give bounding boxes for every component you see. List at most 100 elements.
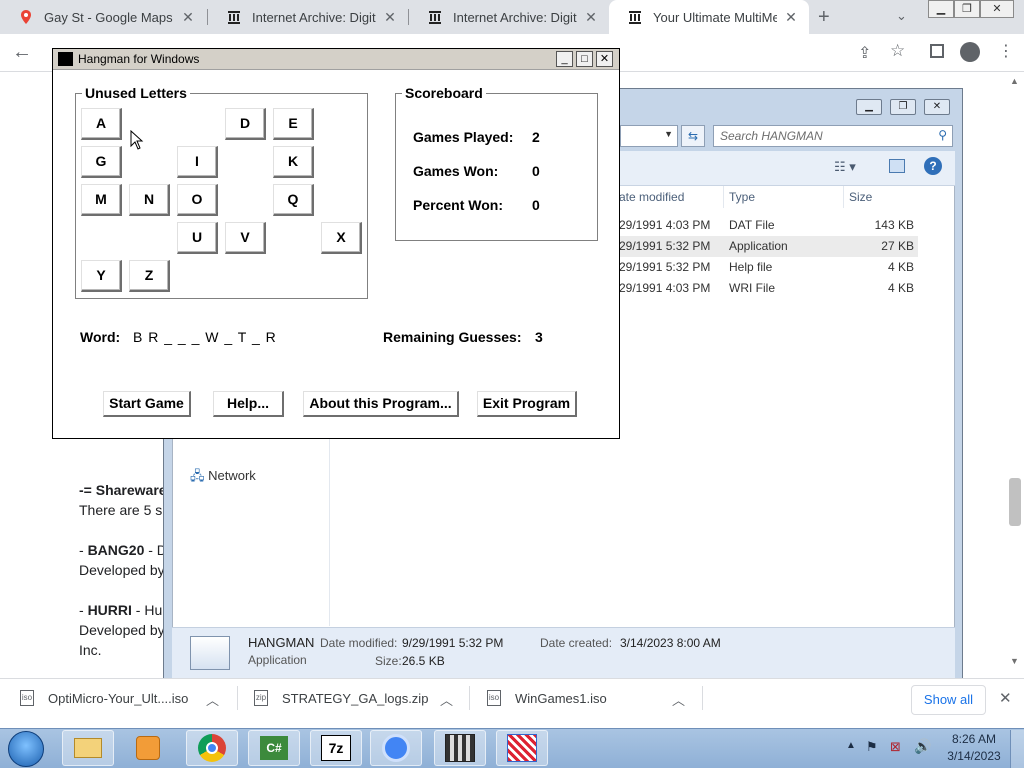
- bookmark-star-icon[interactable]: ☆: [890, 41, 905, 61]
- about-button[interactable]: About this Program...: [303, 391, 459, 417]
- side-panel-icon[interactable]: [930, 44, 944, 58]
- taskbar-film-editor[interactable]: [434, 730, 486, 766]
- tab-ultimate-multimedia[interactable]: Your Ultimate MultiMedia ✕: [609, 0, 809, 34]
- chevron-up-icon[interactable]: ︿: [440, 690, 453, 709]
- letter-button-d[interactable]: D: [225, 108, 266, 140]
- letter-button-y[interactable]: Y: [81, 260, 122, 292]
- show-hidden-icons-icon[interactable]: ▲: [846, 740, 856, 751]
- new-tab-button[interactable]: +: [818, 6, 830, 29]
- taskbar-chrome[interactable]: [186, 730, 238, 766]
- profile-avatar[interactable]: [960, 42, 980, 62]
- column-header-date[interactable]: ate modified: [619, 190, 684, 204]
- help-button[interactable]: Help...: [213, 391, 284, 417]
- archive-icon: [429, 11, 441, 24]
- taskbar-7zip[interactable]: 7z: [310, 730, 362, 766]
- letter-button-n[interactable]: N: [129, 184, 170, 216]
- chevron-up-icon[interactable]: ︿: [672, 690, 685, 709]
- file-row-selected[interactable]: 29/1991 5:32 PM Application 27 KB: [617, 236, 918, 257]
- tab-internet-archive-1[interactable]: Internet Archive: Digital L ✕: [208, 0, 408, 34]
- network-status-icon[interactable]: ⊠: [890, 739, 901, 755]
- share-icon[interactable]: ⇪: [858, 43, 871, 63]
- maximize-button[interactable]: ❐: [954, 0, 980, 18]
- letter-button-z[interactable]: Z: [129, 260, 170, 292]
- download-item[interactable]: iso OptiMicro-Your_Ult....iso: [20, 690, 188, 706]
- explorer-minimize-button[interactable]: ▁: [856, 99, 882, 115]
- help-icon[interactable]: ?: [924, 157, 942, 175]
- application-file-icon: [190, 636, 230, 670]
- menu-kebab-icon[interactable]: ⋮: [998, 41, 1014, 61]
- close-window-button[interactable]: ✕: [980, 0, 1014, 18]
- close-tab-icon[interactable]: ✕: [583, 9, 599, 26]
- hangman-minimize-button[interactable]: _: [556, 51, 573, 67]
- letter-button-g[interactable]: G: [81, 146, 122, 178]
- details-modified-label: Date modified:: [320, 636, 398, 650]
- refresh-icon[interactable]: ⇆: [681, 125, 705, 147]
- view-options-icon[interactable]: ☷ ▾: [834, 159, 856, 175]
- letter-button-i[interactable]: I: [177, 146, 218, 178]
- letter-button-q[interactable]: Q: [273, 184, 314, 216]
- search-icon: ⚲: [938, 128, 947, 142]
- letter-button-o[interactable]: O: [177, 184, 218, 216]
- show-desktop-button[interactable]: [1010, 730, 1024, 768]
- clock-date[interactable]: 3/14/2023: [946, 749, 1002, 763]
- letter-button-e[interactable]: E: [273, 108, 314, 140]
- file-row[interactable]: 29/1991 5:32 PM Help file 4 KB: [617, 257, 918, 278]
- close-tab-icon[interactable]: ✕: [382, 9, 398, 26]
- hangman-close-button[interactable]: ✕: [596, 51, 613, 67]
- hangman-maximize-button[interactable]: □: [576, 51, 593, 67]
- taskbar-media-player[interactable]: [122, 730, 174, 766]
- taskbar-csharp[interactable]: C#: [248, 730, 300, 766]
- scroll-up-icon[interactable]: ▲: [1010, 76, 1019, 86]
- chrome-icon: [198, 734, 226, 762]
- preview-pane-icon[interactable]: [889, 159, 905, 173]
- taskbar-maze-app[interactable]: [496, 730, 548, 766]
- letter-button-x[interactable]: X: [321, 222, 362, 254]
- close-tab-icon[interactable]: ✕: [180, 9, 196, 26]
- back-arrow-icon[interactable]: ←: [12, 41, 32, 64]
- minimize-button[interactable]: ▁: [928, 0, 954, 18]
- chevron-up-icon[interactable]: ︿: [206, 690, 219, 709]
- clock-time[interactable]: 8:26 AM: [946, 732, 1002, 746]
- letter-button-a[interactable]: A: [81, 108, 122, 140]
- details-pane: HANGMAN Application Date modified: 9/29/…: [172, 627, 955, 679]
- show-all-button[interactable]: Show all: [911, 685, 986, 715]
- shareware-heading: -= Shareware: [79, 482, 167, 498]
- download-item[interactable]: iso WinGames1.iso: [487, 690, 607, 706]
- letter-button-k[interactable]: K: [273, 146, 314, 178]
- volume-icon[interactable]: 🔊: [914, 738, 931, 755]
- letter-button-m[interactable]: M: [81, 184, 122, 216]
- hangman-title-bar[interactable]: Hangman for Windows: [53, 49, 619, 70]
- tab-internet-archive-2[interactable]: Internet Archive: Digital L ✕: [409, 0, 609, 34]
- system-menu-icon[interactable]: [58, 52, 73, 66]
- tab-google-maps[interactable]: Gay St - Google Maps ✕: [0, 0, 206, 34]
- start-game-button[interactable]: Start Game: [103, 391, 191, 417]
- taskbar-chrome-2[interactable]: [370, 730, 422, 766]
- explorer-maximize-button[interactable]: ❐: [890, 99, 916, 115]
- iso-file-icon: iso: [20, 690, 34, 706]
- address-bar[interactable]: ▼: [620, 125, 678, 147]
- word-display: B R _ _ _ W _ T _ R: [133, 329, 277, 345]
- start-orb-icon[interactable]: [8, 731, 44, 767]
- action-center-icon[interactable]: ⚑: [866, 739, 878, 755]
- column-header-size[interactable]: Size: [849, 190, 872, 204]
- unused-letters-label: Unused Letters: [82, 85, 190, 101]
- page-scrollbar-thumb[interactable]: [1009, 478, 1021, 526]
- search-box[interactable]: Search HANGMAN ⚲: [713, 125, 953, 147]
- explorer-close-button[interactable]: ✕: [924, 99, 950, 115]
- file-row[interactable]: 29/1991 4:03 PM DAT File 143 KB: [617, 215, 918, 236]
- file-explorer-icon: [74, 738, 102, 758]
- close-downloads-icon[interactable]: ✕: [999, 689, 1012, 707]
- download-item[interactable]: zip STRATEGY_GA_logs.zip: [254, 690, 428, 706]
- scroll-down-icon[interactable]: ▼: [1010, 656, 1019, 666]
- exit-program-button[interactable]: Exit Program: [477, 391, 577, 417]
- tab-search-icon[interactable]: ⌄: [896, 8, 907, 24]
- taskbar-file-explorer[interactable]: [62, 730, 114, 766]
- close-tab-icon[interactable]: ✕: [783, 9, 799, 26]
- search-placeholder: Search HANGMAN: [720, 129, 823, 143]
- nav-network[interactable]: 🖧 Network: [190, 467, 256, 489]
- column-header-type[interactable]: Type: [729, 190, 755, 204]
- file-row[interactable]: 29/1991 4:03 PM WRI File 4 KB: [617, 278, 918, 299]
- letter-button-u[interactable]: U: [177, 222, 218, 254]
- hurri-inc: Inc.: [79, 642, 102, 658]
- letter-button-v[interactable]: V: [225, 222, 266, 254]
